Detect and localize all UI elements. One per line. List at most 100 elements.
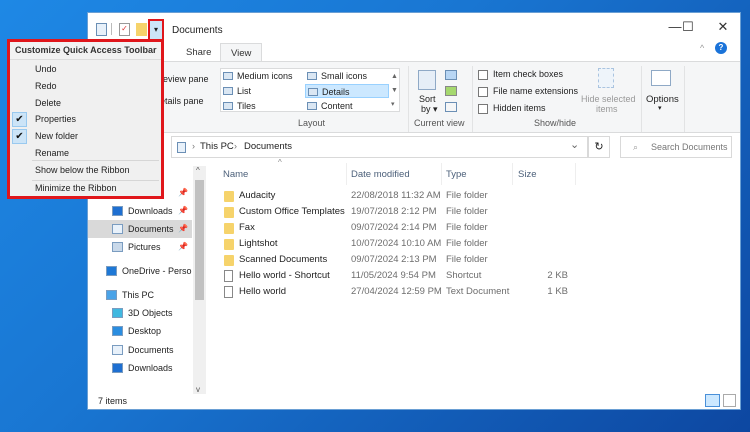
- close-button[interactable]: ✕: [708, 19, 738, 39]
- nav-item-onedrive-persor[interactable]: OneDrive - Persor: [88, 262, 192, 280]
- file-name: Hello world: [239, 286, 286, 297]
- pin-icon[interactable]: 📌: [178, 238, 188, 256]
- divider[interactable]: [441, 163, 442, 185]
- pin-icon[interactable]: 📌: [178, 220, 188, 238]
- hidden-items-label[interactable]: Hidden items: [493, 103, 546, 113]
- divider[interactable]: [346, 163, 347, 185]
- layout-list[interactable]: List: [221, 84, 251, 98]
- pin-icon[interactable]: 📌: [178, 202, 188, 220]
- gallery-scroll[interactable]: ▲ ▼ ▾: [391, 70, 398, 112]
- layout-content[interactable]: Content: [305, 99, 353, 113]
- column-header-size[interactable]: Size: [518, 165, 536, 185]
- pin-icon[interactable]: 📌: [178, 184, 188, 202]
- address-dropdown-icon[interactable]: ⌄: [570, 138, 579, 151]
- menu-item-redo[interactable]: Redo: [10, 78, 161, 95]
- hide-selected-button[interactable]: Hide selected: [581, 94, 636, 104]
- divider: [408, 66, 409, 132]
- file-row[interactable]: Custom Office Templates 19/07/2018 2:12 P…: [218, 204, 678, 220]
- scroll-up-icon[interactable]: ^: [196, 166, 200, 175]
- file-size: 2 KB: [547, 270, 568, 281]
- layout-tiles[interactable]: Tiles: [221, 99, 256, 113]
- download-icon: [112, 206, 123, 216]
- tab-view[interactable]: View: [220, 43, 263, 63]
- search-input[interactable]: ⌕ Search Documents: [620, 136, 732, 158]
- file-name-extensions-label[interactable]: File name extensions: [493, 86, 578, 96]
- file-date: 19/07/2018 2:12 PM: [351, 206, 437, 217]
- shortcut-icon: [224, 270, 233, 282]
- sort-button[interactable]: Sort: [419, 94, 436, 104]
- add-columns-icon[interactable]: [445, 86, 457, 96]
- item-check-boxes-label[interactable]: Item check boxes: [493, 69, 563, 79]
- file-type: File folder: [446, 190, 488, 201]
- file-date: 22/08/2018 11:32 AM: [351, 190, 441, 201]
- file-row[interactable]: Audacity 22/08/2018 11:32 AM File folder: [218, 188, 678, 204]
- refresh-button[interactable]: ↻: [588, 136, 610, 158]
- details-view-button[interactable]: [705, 394, 720, 407]
- folder-icon: [224, 191, 234, 202]
- nav-item-documents[interactable]: Documents: [88, 341, 192, 359]
- pictures-icon: [112, 242, 123, 252]
- folder-icon: [224, 207, 234, 218]
- column-header-date-modified[interactable]: Date modified: [351, 165, 410, 185]
- folder-icon: [224, 255, 234, 266]
- divider[interactable]: [575, 163, 576, 185]
- hide-selected-icon: [598, 68, 614, 88]
- nav-item-downloads[interactable]: Downloads: [88, 359, 192, 377]
- maximize-button[interactable]: ☐: [673, 19, 703, 39]
- options-dropdown-icon[interactable]: ▾: [658, 104, 662, 112]
- file-type: File folder: [446, 254, 488, 265]
- layout-details[interactable]: Details: [305, 84, 389, 98]
- show-hide-group-label: Show/hide: [534, 118, 577, 128]
- group-by-icon[interactable]: [445, 70, 457, 80]
- this-pc-icon: [106, 290, 117, 300]
- menu-title: Customize Quick Access Toolbar: [10, 42, 161, 60]
- file-name: Audacity: [239, 190, 276, 201]
- menu-item-delete[interactable]: Delete: [10, 95, 161, 112]
- column-header-type[interactable]: Type: [446, 165, 467, 185]
- size-columns-icon[interactable]: [445, 102, 457, 112]
- scroll-down-icon[interactable]: v: [196, 385, 200, 394]
- nav-item-this-pc[interactable]: This PC: [88, 286, 192, 304]
- onedrive-icon: [106, 266, 117, 276]
- large-icons-view-button[interactable]: [723, 394, 736, 407]
- nav-item-documents[interactable]: Documents 📌: [88, 220, 192, 238]
- layout-medium-icons[interactable]: Medium icons: [221, 69, 293, 83]
- file-row[interactable]: Lightshot 10/07/2024 10:10 AM File folder: [218, 236, 678, 252]
- layout-small-icons[interactable]: Small icons: [305, 69, 367, 83]
- scrollbar-thumb[interactable]: [195, 180, 204, 300]
- file-row[interactable]: Scanned Documents 09/07/2024 2:13 PM File …: [218, 252, 678, 268]
- collapse-ribbon-icon[interactable]: ^: [700, 43, 704, 53]
- file-name: Hello world - Shortcut: [239, 270, 330, 281]
- address-bar[interactable]: › This PC › Documents ⌄: [171, 136, 588, 158]
- divider[interactable]: [512, 163, 513, 185]
- file-row[interactable]: Hello world 27/04/2024 12:59 PM Text Docum…: [218, 284, 678, 300]
- menu-item-new-folder[interactable]: ✔ New folder: [10, 128, 161, 145]
- breadcrumb-documents[interactable]: Documents: [244, 141, 292, 152]
- menu-item-undo[interactable]: Undo: [10, 61, 161, 78]
- file-row[interactable]: Hello world - Shortcut 11/05/2024 9:54 PM…: [218, 268, 678, 284]
- desktop-icon: [112, 326, 123, 336]
- nav-scrollbar[interactable]: ^ v: [193, 166, 206, 394]
- sort-icon: [418, 70, 436, 90]
- hide-selected-label2: items: [596, 104, 618, 114]
- menu-item-properties[interactable]: ✔ Properties: [10, 111, 161, 128]
- download-icon: [112, 363, 123, 373]
- item-check-boxes-checkbox[interactable]: [478, 70, 488, 80]
- documents-icon: [112, 345, 123, 355]
- hidden-items-checkbox[interactable]: [478, 104, 488, 114]
- menu-item-show-below-ribbon[interactable]: Show below the Ribbon: [10, 162, 161, 179]
- help-icon[interactable]: ?: [715, 42, 727, 54]
- options-button[interactable]: Options: [646, 94, 679, 105]
- file-row[interactable]: Fax 09/07/2024 2:14 PM File folder: [218, 220, 678, 236]
- breadcrumb-separator: ›: [234, 141, 237, 151]
- sort-by-dropdown[interactable]: by ▾: [421, 104, 438, 115]
- menu-item-minimize-ribbon[interactable]: Minimize the Ribbon: [10, 180, 161, 197]
- file-name-extensions-checkbox[interactable]: [478, 87, 488, 97]
- file-name: Fax: [239, 222, 255, 233]
- nav-item-desktop[interactable]: Desktop: [88, 322, 192, 340]
- column-header-name[interactable]: Name: [223, 165, 248, 185]
- divider: [641, 66, 642, 132]
- nav-item-downloads[interactable]: Downloads 📌: [88, 202, 192, 220]
- nav-item-pictures[interactable]: Pictures 📌: [88, 238, 192, 256]
- nav-item-3d-objects[interactable]: 3D Objects: [88, 304, 192, 322]
